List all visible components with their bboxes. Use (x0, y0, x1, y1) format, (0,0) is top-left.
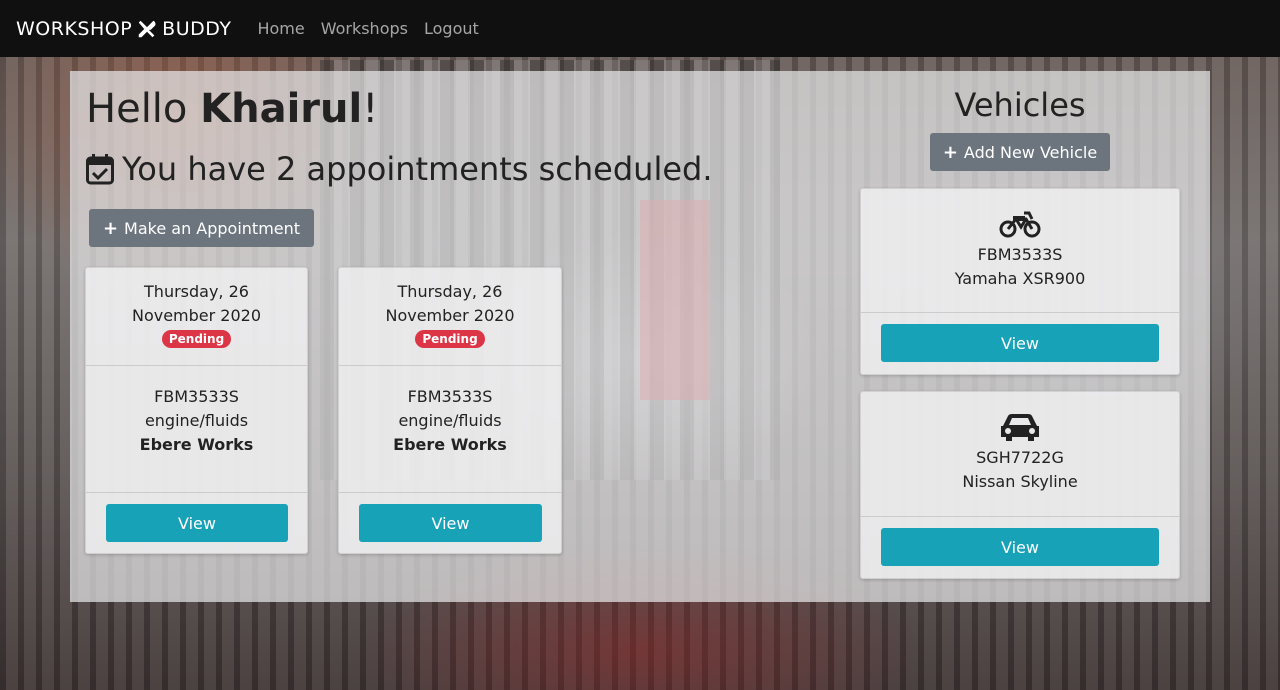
appointment-service: engine/fluids (144, 411, 249, 430)
view-appointment-button[interactable]: View (359, 504, 542, 542)
appointment-date-line2: November 2020 (385, 306, 515, 325)
card-divider (339, 365, 561, 366)
appointment-plate: FBM3533S (154, 387, 239, 406)
card-divider (861, 312, 1179, 313)
user-name: Khairul (200, 86, 363, 132)
add-vehicle-button[interactable]: + Add New Vehicle (930, 133, 1110, 171)
make-appointment-label: Make an Appointment (124, 218, 301, 238)
appointment-card: Thursday, 26 November 2020 Pending FBM35… (338, 267, 562, 554)
vehicle-card: FBM3533S Yamaha XSR900 View (860, 188, 1180, 375)
appointment-summary: You have 2 appointments scheduled. (86, 150, 713, 188)
appointment-workshop: Ebere Works (393, 435, 507, 454)
vehicle-model: Yamaha XSR900 (954, 269, 1086, 288)
card-divider (86, 365, 307, 366)
appointment-workshop: Ebere Works (139, 435, 254, 454)
appointment-date-line1: Thursday, 26 (397, 282, 503, 301)
brand-left-text: WORKSHOP (16, 17, 133, 40)
view-vehicle-button[interactable]: View (881, 324, 1159, 362)
plus-icon: + (102, 217, 119, 239)
card-divider (86, 492, 307, 493)
vehicle-plate: SGH7722G (976, 448, 1064, 467)
plus-icon: + (942, 141, 958, 163)
make-appointment-button[interactable]: + Make an Appointment (89, 209, 314, 247)
vehicle-card: SGH7722G Nissan Skyline View (860, 391, 1180, 579)
vehicle-plate: FBM3533S (977, 245, 1063, 264)
vehicles-title: Vehicles (954, 86, 1086, 124)
appointment-plate: FBM3533S (407, 387, 493, 406)
status-badge: Pending (161, 330, 232, 348)
tools-icon (138, 20, 156, 37)
appointment-service: engine/fluids (398, 411, 502, 430)
view-appointment-button[interactable]: View (106, 504, 288, 542)
calendar-check-icon (86, 154, 114, 185)
nav-workshops[interactable]: Workshops (321, 19, 408, 38)
nav-home[interactable]: Home (257, 19, 304, 38)
brand-logo[interactable]: WORKSHOP BUDDY (16, 18, 231, 40)
add-vehicle-label: Add New Vehicle (963, 142, 1098, 162)
appointment-card: Thursday, 26 November 2020 Pending FBM35… (85, 267, 308, 554)
status-badge: Pending (415, 330, 485, 348)
brand-right-text: BUDDY (162, 17, 232, 40)
car-icon (1001, 414, 1039, 441)
vehicle-model: Nissan Skyline (962, 472, 1078, 491)
view-vehicle-button[interactable]: View (881, 528, 1159, 566)
navbar: WORKSHOP BUDDY Home Workshops Logout (0, 0, 1280, 57)
greeting-suffix: ! (362, 86, 379, 132)
appointment-date-line1: Thursday, 26 (144, 282, 249, 301)
motorcycle-icon (999, 211, 1041, 238)
nav-logout[interactable]: Logout (424, 19, 479, 38)
greeting-prefix: Hello (86, 86, 201, 132)
appointment-date-line2: November 2020 (131, 306, 262, 325)
appointment-summary-text: You have 2 appointments scheduled. (122, 150, 713, 188)
page-title: Hello Khairul! (86, 86, 378, 132)
card-divider (861, 516, 1179, 517)
card-divider (339, 492, 561, 493)
